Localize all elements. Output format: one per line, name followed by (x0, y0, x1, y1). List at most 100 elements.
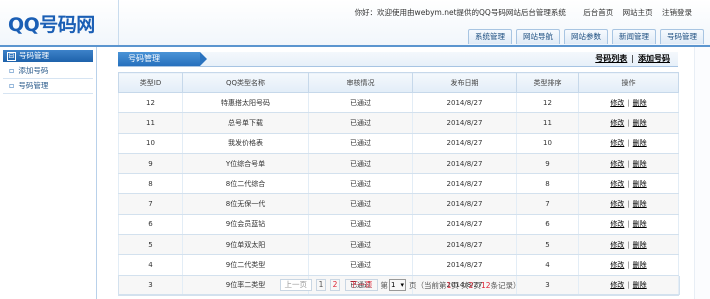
delete-link[interactable]: 删除 (633, 220, 647, 228)
delete-link[interactable]: 删除 (633, 261, 647, 269)
cell-date: 2014/8/27 (412, 132, 517, 154)
tab-system[interactable]: 系统管理 (468, 29, 512, 44)
edit-link[interactable]: 修改 (610, 139, 624, 147)
total-records: 12 (480, 280, 491, 290)
cell-status: 已通过 (308, 112, 413, 134)
page-select[interactable]: 1 (389, 279, 406, 291)
collapse-icon[interactable]: ⊟ (7, 51, 16, 61)
main-nav-tabs: 系统管理 网站导航 网站参数 新闻管理 号码管理 (464, 29, 704, 45)
cell-actions: 修改 | 删除 (578, 254, 679, 276)
edit-link[interactable]: 修改 (610, 261, 624, 269)
col-header-name: QQ类型名称 (182, 72, 309, 93)
col-header-date: 发布日期 (412, 72, 517, 93)
page-info-text: 页（当前第 (409, 280, 447, 290)
cell-status: 已通过 (308, 193, 413, 215)
bullet-icon: ▫ (9, 81, 15, 90)
edit-link[interactable]: 修改 (610, 119, 624, 127)
table-row: 5 9位单双太阳 已通过 2014/8/27 5 修改 | 删除 (118, 234, 679, 256)
table-row: 8 8位二代综合 已通过 2014/8/27 8 修改 | 删除 (118, 173, 679, 195)
link-admin-home[interactable]: 后台首页 (583, 8, 613, 17)
cell-date: 2014/8/27 (412, 213, 517, 236)
delete-link[interactable]: 删除 (633, 139, 647, 147)
cell-order: 9 (516, 152, 579, 175)
delete-link[interactable]: 删除 (633, 119, 647, 127)
cell-order: 5 (516, 234, 579, 256)
sidebar-item-add-number[interactable]: ▫ 添加号码 (3, 64, 93, 79)
tab-numbers[interactable]: 号码管理 (660, 29, 704, 44)
delete-link[interactable]: 删除 (633, 200, 647, 208)
bullet-icon: ▫ (9, 66, 15, 75)
cell-order: 8 (516, 173, 579, 195)
cell-name: 总号单下载 (182, 112, 309, 134)
cell-id: 10 (118, 132, 183, 154)
edit-link[interactable]: 修改 (610, 99, 624, 107)
separator: | (631, 54, 634, 63)
table-row: 6 9位会员蓝钻 已通过 2014/8/27 6 修改 | 删除 (118, 213, 679, 236)
cell-actions: 修改 | 删除 (578, 152, 679, 175)
prev-page-button[interactable]: 上一页 (279, 279, 312, 291)
edit-link[interactable]: 修改 (610, 200, 624, 208)
cell-order: 7 (516, 193, 579, 215)
page-info-text: 条记录） (490, 280, 521, 290)
separator: | (627, 200, 630, 209)
header-divider (0, 45, 710, 47)
number-list-link[interactable]: 号码列表 (595, 54, 627, 63)
cell-id: 5 (118, 234, 183, 256)
edit-link[interactable]: 修改 (610, 220, 624, 228)
tab-site-nav[interactable]: 网站导航 (516, 29, 560, 44)
cell-actions: 修改 | 删除 (578, 173, 679, 195)
cell-name: 我发价格表 (182, 132, 309, 154)
welcome-text: 你好：欢迎使用由webym.net提供的QQ号码网站后台管理系统 (354, 8, 566, 17)
edit-link[interactable]: 修改 (610, 241, 624, 249)
right-edge-panel (694, 47, 710, 299)
delete-link[interactable]: 删除 (633, 180, 647, 188)
tab-news[interactable]: 新闻管理 (612, 29, 656, 44)
next-page-button[interactable]: 下一页 (345, 279, 378, 291)
table-row: 4 9位二代类型 已通过 2014/8/27 4 修改 | 删除 (118, 254, 679, 276)
separator: | (627, 98, 630, 107)
cell-order: 11 (516, 112, 579, 134)
separator: | (627, 118, 630, 127)
col-header-id: 类型ID (118, 72, 183, 93)
page-info: 页（当前第1页 共2页12条记录） (409, 280, 521, 291)
pagination: 上一页 1 2 下一页 第 1 页（当前第1页 共2页12条记录） (118, 276, 680, 295)
cell-name: 8位无保一代 (182, 193, 309, 215)
cell-status: 已通过 (308, 234, 413, 256)
delete-link[interactable]: 删除 (633, 241, 647, 249)
cell-order: 6 (516, 213, 579, 236)
go-prefix: 第 (380, 280, 389, 290)
separator: | (627, 139, 630, 148)
cell-actions: 修改 | 删除 (578, 132, 679, 154)
cell-actions: 修改 | 删除 (578, 213, 679, 236)
tab-site-params[interactable]: 网站参数 (564, 29, 608, 44)
table-row: 7 8位无保一代 已通过 2014/8/27 7 修改 | 删除 (118, 193, 679, 215)
edit-link[interactable]: 修改 (610, 160, 624, 168)
cell-date: 2014/8/27 (412, 152, 517, 175)
cell-status: 已通过 (308, 173, 413, 195)
delete-link[interactable]: 删除 (633, 160, 647, 168)
cell-id: 4 (118, 254, 183, 276)
page-1-link[interactable]: 1 (316, 279, 326, 291)
add-number-link[interactable]: 添加号码 (638, 54, 670, 63)
sidebar-header[interactable]: ⊟ 号码管理 (3, 50, 93, 62)
col-header-actions: 操作 (578, 72, 679, 93)
edit-link[interactable]: 修改 (610, 180, 624, 188)
cell-status: 已通过 (308, 91, 413, 114)
delete-link[interactable]: 删除 (633, 99, 647, 107)
link-logout[interactable]: 注销登录 (662, 8, 692, 17)
separator: | (627, 179, 630, 188)
logo[interactable]: QQ号码网 (0, 0, 119, 46)
page-info-text: 页 共 (451, 280, 469, 290)
cell-name: 9位会员蓝钻 (182, 213, 309, 236)
col-header-status: 审核情况 (308, 72, 413, 93)
cell-actions: 修改 | 删除 (578, 91, 679, 114)
page-2-link[interactable]: 2 (330, 279, 340, 291)
cell-status: 已通过 (308, 213, 413, 236)
sidebar-item-manage-numbers[interactable]: ▫ 号码管理 (3, 79, 93, 94)
top-header: QQ号码网 你好：欢迎使用由webym.net提供的QQ号码网站后台管理系统 后… (0, 0, 710, 47)
link-site-home[interactable]: 网站主页 (623, 8, 653, 17)
cell-id: 7 (118, 193, 183, 215)
separator: | (627, 220, 630, 229)
table-row: 12 特惠搭太阳号码 已通过 2014/8/27 12 修改 | 删除 (118, 91, 679, 114)
table-header-row: 类型ID QQ类型名称 审核情况 发布日期 类型排序 操作 (118, 72, 679, 93)
